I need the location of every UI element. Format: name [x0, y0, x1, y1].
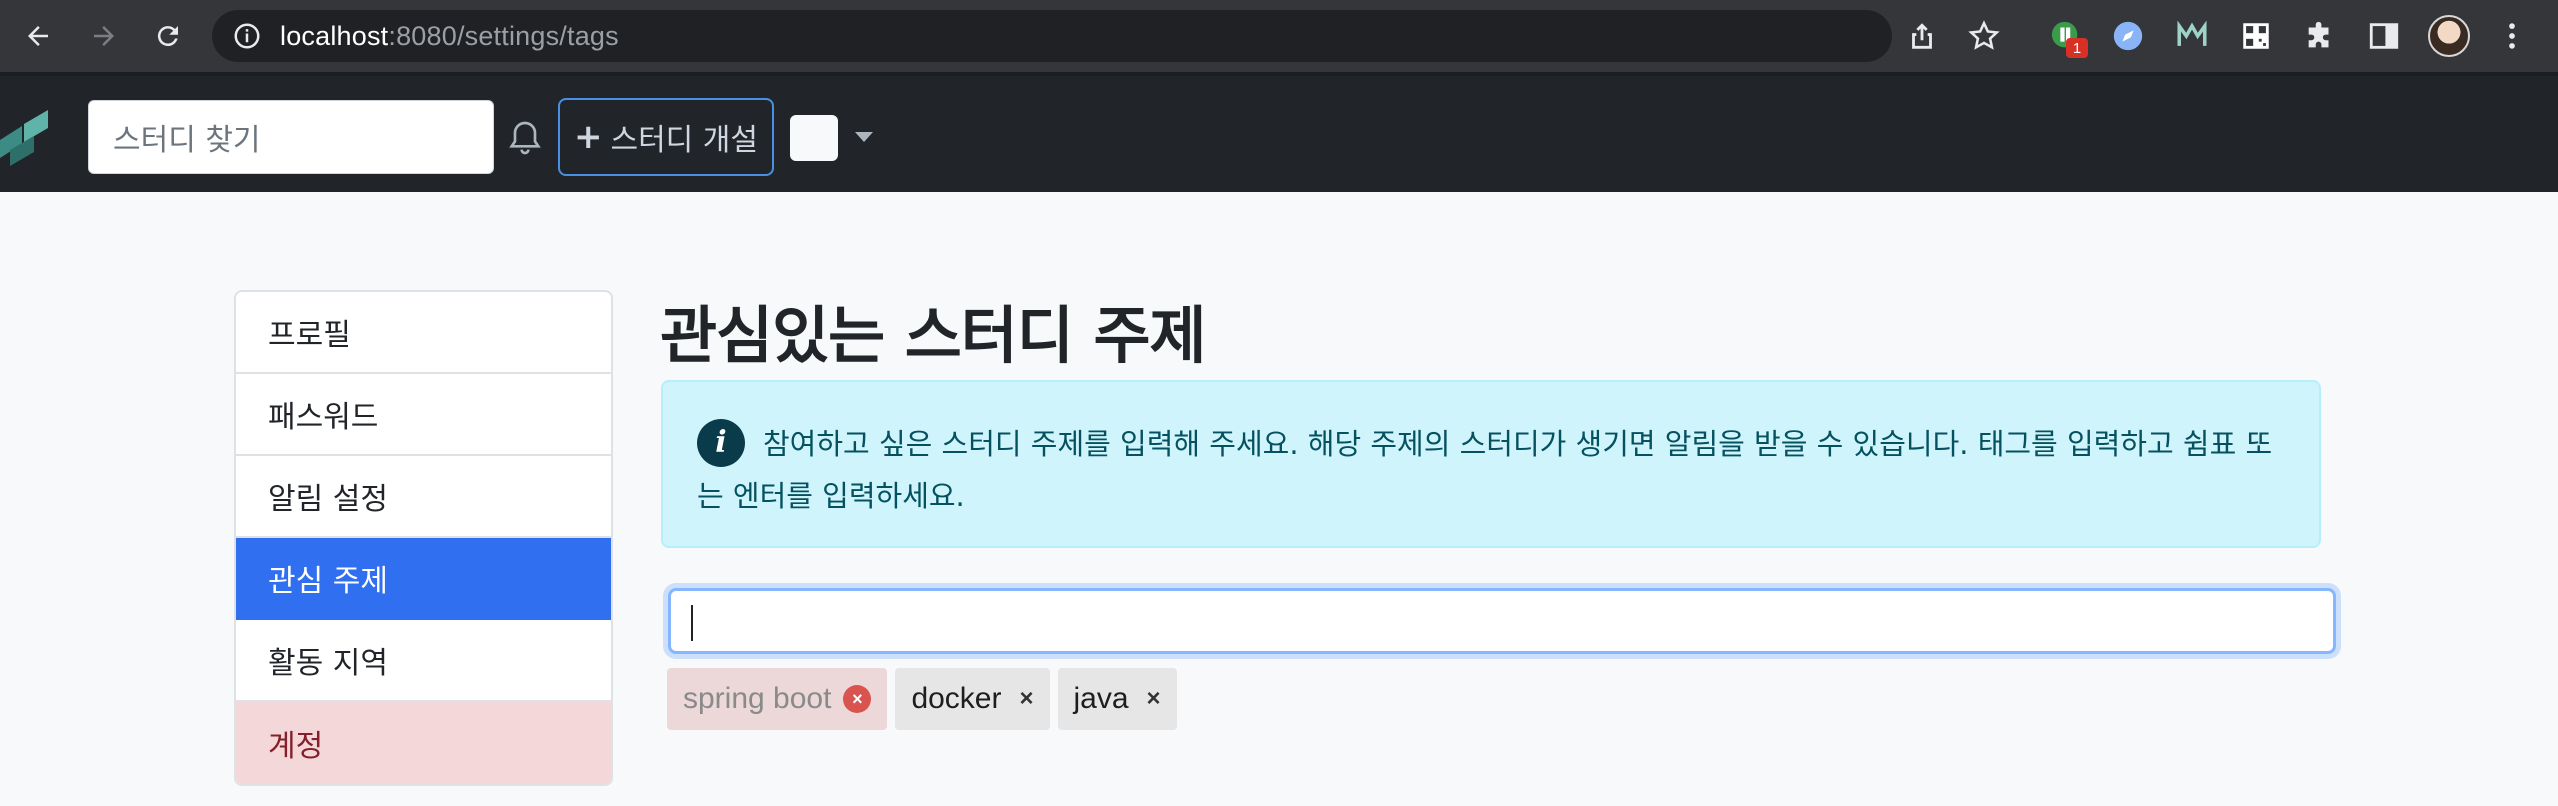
- page-title: 관심있는 스터디 주제: [660, 299, 1207, 372]
- open-study-button[interactable]: + 스터디 개설: [558, 98, 774, 176]
- tag-list: spring boot × docker × java ×: [667, 668, 1177, 730]
- remove-tag-icon[interactable]: ×: [843, 685, 872, 713]
- sidebar-item-label: 패스워드: [268, 400, 379, 435]
- tag-label: java: [1073, 682, 1129, 715]
- tag-chip[interactable]: java ×: [1057, 668, 1177, 730]
- user-avatar[interactable]: [790, 115, 838, 161]
- side-panel-icon[interactable]: [2362, 14, 2406, 58]
- sidebar-item-profile[interactable]: 프로필: [236, 292, 611, 374]
- tag-input[interactable]: [668, 588, 2336, 654]
- site-info-icon[interactable]: [232, 21, 262, 51]
- plus-icon: +: [573, 117, 603, 157]
- brand-logo-icon[interactable]: [0, 106, 56, 166]
- qr-code-icon[interactable]: [2234, 14, 2278, 58]
- sidebar-item-password[interactable]: 패스워드: [236, 374, 611, 456]
- extension-compass-icon[interactable]: [2106, 14, 2150, 58]
- open-study-label: 스터디 개설: [610, 123, 759, 158]
- sidebar-item-label: 관심 주제: [268, 564, 388, 599]
- chrome-menu-icon[interactable]: [2490, 14, 2534, 58]
- sidebar-item-label: 활동 지역: [268, 646, 388, 681]
- info-alert: i 참여하고 싶은 스터디 주제를 입력해 주세요. 해당 주제의 스터디가 생기…: [661, 380, 2321, 548]
- share-icon[interactable]: [1900, 14, 1944, 58]
- sidebar-item-tags[interactable]: 관심 주제: [236, 538, 611, 620]
- extension-badge: 1: [2066, 38, 2088, 58]
- study-search-input[interactable]: 스터디 찾기: [88, 100, 494, 174]
- remove-tag-icon[interactable]: ×: [1147, 685, 1161, 713]
- forward-icon[interactable]: [82, 14, 126, 58]
- notification-bell-icon[interactable]: [505, 118, 545, 158]
- info-icon: i: [697, 419, 745, 467]
- tag-label: docker: [911, 682, 1002, 715]
- sidebar-item-label: 계정: [268, 729, 324, 764]
- chevron-down-icon[interactable]: [855, 132, 873, 142]
- app-navbar: 스터디 찾기 + 스터디 개설: [0, 72, 2558, 192]
- extension-m-icon[interactable]: [2170, 14, 2214, 58]
- sidebar-item-account[interactable]: 계정: [236, 702, 611, 784]
- reload-icon[interactable]: [146, 14, 190, 58]
- url-text: localhost:8080/settings/tags: [280, 20, 619, 51]
- text-cursor: [691, 605, 693, 641]
- extension-green-icon[interactable]: 1: [2044, 14, 2088, 58]
- tag-chip[interactable]: spring boot ×: [667, 668, 888, 730]
- settings-sidebar: 프로필 패스워드 알림 설정 관심 주제 활동 지역 계정: [234, 290, 613, 786]
- sidebar-item-zones[interactable]: 활동 지역: [236, 620, 611, 702]
- sidebar-item-label: 알림 설정: [268, 482, 388, 517]
- remove-tag-icon[interactable]: ×: [1019, 685, 1033, 713]
- alert-text: 참여하고 싶은 스터디 주제를 입력해 주세요. 해당 주제의 스터디가 생기면…: [697, 427, 2273, 513]
- sidebar-item-label: 프로필: [268, 318, 351, 353]
- address-bar[interactable]: localhost:8080/settings/tags: [212, 10, 1892, 62]
- tag-chip[interactable]: docker ×: [895, 668, 1050, 730]
- browser-toolbar: localhost:8080/settings/tags 1: [0, 0, 2558, 72]
- sidebar-item-notifications[interactable]: 알림 설정: [236, 456, 611, 538]
- profile-avatar[interactable]: [2428, 15, 2470, 57]
- bookmark-star-icon[interactable]: [1962, 14, 2006, 58]
- tag-label: spring boot: [683, 682, 832, 715]
- search-placeholder: 스터디 찾기: [113, 123, 261, 158]
- back-icon[interactable]: [16, 14, 60, 58]
- extensions-puzzle-icon[interactable]: [2298, 14, 2342, 58]
